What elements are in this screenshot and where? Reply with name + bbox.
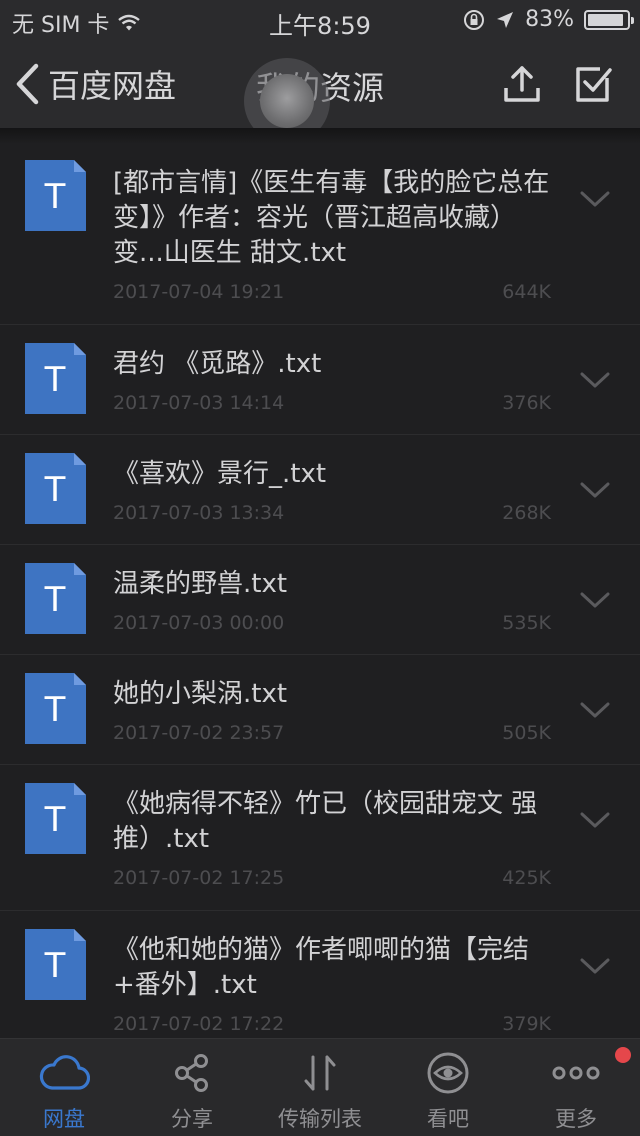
upload-button[interactable]	[500, 62, 544, 106]
file-name: 《喜欢》景行_.txt	[113, 459, 327, 489]
checkbox-icon	[576, 67, 612, 102]
text-file-icon: T	[25, 453, 86, 524]
tab-label: 网盘	[43, 1107, 85, 1131]
file-row[interactable]: T 《她病得不轻》竹已（校园甜宠文 强推）.txt 2017-07-02 17:…	[0, 765, 640, 911]
battery-icon	[584, 9, 634, 30]
tab-label: 看吧	[427, 1107, 469, 1131]
upload-icon	[504, 66, 540, 102]
back-button[interactable]: 百度网盘	[14, 56, 176, 112]
file-name: 《她病得不轻》竹已（校园甜宠文 强推）.txt	[113, 789, 538, 854]
svg-text:T: T	[44, 470, 66, 510]
file-date: 2017-07-02 17:25	[113, 867, 285, 889]
status-bar: 无 SIM 卡 上午8:59 83%	[0, 0, 640, 40]
tab-share[interactable]: 分享	[128, 1039, 256, 1136]
text-file-icon: T	[25, 160, 86, 231]
file-date: 2017-07-03 00:00	[113, 612, 285, 634]
cloud-icon	[39, 1055, 90, 1090]
file-name: 她的小梨涡.txt	[113, 679, 288, 709]
location-icon	[497, 11, 514, 28]
file-size: 644K	[502, 281, 551, 303]
svg-text:T: T	[44, 690, 66, 730]
chevron-down-icon[interactable]	[580, 371, 610, 389]
status-right: 83%	[463, 7, 634, 32]
file-list: T [都市言情]《医生有毒【我的脸它总在变】》作者：容光（晋江超高收藏）变...…	[0, 144, 640, 1057]
file-size: 505K	[502, 722, 551, 744]
more-icon	[552, 1066, 600, 1080]
notification-badge	[615, 1047, 631, 1063]
text-file-icon: T	[25, 929, 86, 1000]
chevron-left-icon	[16, 63, 39, 105]
back-label: 百度网盘	[48, 67, 177, 105]
chevron-down-icon[interactable]	[580, 957, 610, 975]
tab-transfer-list[interactable]: 传输列表	[256, 1039, 384, 1136]
file-row[interactable]: T 她的小梨涡.txt 2017-07-02 23:57 505K	[0, 655, 640, 765]
file-row[interactable]: T 《他和她的猫》作者唧唧的猫【完结+番外】.txt 2017-07-02 17…	[0, 911, 640, 1057]
nav-shadow	[0, 128, 640, 144]
file-name: 君约 《觅路》.txt	[113, 349, 322, 379]
eye-icon	[427, 1052, 469, 1094]
share-icon	[175, 1054, 208, 1092]
tab-kanba[interactable]: 看吧	[384, 1039, 512, 1136]
file-date: 2017-07-04 19:21	[113, 281, 285, 303]
svg-text:T: T	[44, 800, 66, 840]
file-date: 2017-07-03 14:14	[113, 392, 285, 414]
file-size: 268K	[502, 502, 551, 524]
text-file-icon: T	[25, 343, 86, 414]
file-size: 535K	[502, 612, 551, 634]
text-file-icon: T	[25, 783, 86, 854]
text-file-icon: T	[25, 673, 86, 744]
file-size: 379K	[502, 1013, 551, 1035]
chevron-down-icon[interactable]	[580, 481, 610, 499]
tab-label: 分享	[171, 1107, 213, 1131]
transfer-icon	[304, 1055, 336, 1091]
file-name: 温柔的野兽.txt	[113, 569, 288, 599]
file-row[interactable]: T [都市言情]《医生有毒【我的脸它总在变】》作者：容光（晋江超高收藏）变...…	[0, 144, 640, 325]
nav-bar: 百度网盘 我的资源	[0, 40, 640, 144]
tab-label: 传输列表	[278, 1107, 362, 1131]
tab-bar: 网盘 分享 传输列表 看吧 更多	[0, 1038, 640, 1136]
app-screen: 无 SIM 卡 上午8:59 83% 百度网盘 T [都市言情]《医生有毒【我的…	[0, 0, 640, 1136]
svg-text:T: T	[44, 177, 66, 217]
svg-text:T: T	[44, 360, 66, 400]
chevron-down-icon[interactable]	[580, 701, 610, 719]
chevron-down-icon[interactable]	[580, 811, 610, 829]
tab-netdisk[interactable]: 网盘	[0, 1039, 128, 1136]
chevron-down-icon[interactable]	[580, 190, 610, 208]
svg-text:T: T	[44, 580, 66, 620]
nav-actions	[500, 62, 616, 106]
tab-more[interactable]: 更多	[512, 1039, 640, 1136]
battery-percent: 83%	[525, 7, 574, 32]
orientation-lock-icon	[464, 9, 485, 30]
file-name: [都市言情]《医生有毒【我的脸它总在变】》作者：容光（晋江超高收藏）变...山医…	[113, 168, 550, 268]
file-date: 2017-07-03 13:34	[113, 502, 285, 524]
tab-label: 更多	[555, 1107, 597, 1131]
svg-text:T: T	[44, 946, 66, 986]
chevron-down-icon[interactable]	[580, 591, 610, 609]
file-size: 425K	[502, 867, 551, 889]
file-size: 376K	[502, 392, 551, 414]
file-date: 2017-07-02 23:57	[113, 722, 285, 744]
file-name: 《他和她的猫》作者唧唧的猫【完结+番外】.txt	[113, 935, 530, 1000]
text-file-icon: T	[25, 563, 86, 634]
file-row[interactable]: T 温柔的野兽.txt 2017-07-03 00:00 535K	[0, 545, 640, 655]
file-row[interactable]: T 君约 《觅路》.txt 2017-07-03 14:14 376K	[0, 325, 640, 435]
file-row[interactable]: T 《喜欢》景行_.txt 2017-07-03 13:34 268K	[0, 435, 640, 545]
file-date: 2017-07-02 17:22	[113, 1013, 285, 1035]
multi-select-button[interactable]	[572, 62, 616, 106]
